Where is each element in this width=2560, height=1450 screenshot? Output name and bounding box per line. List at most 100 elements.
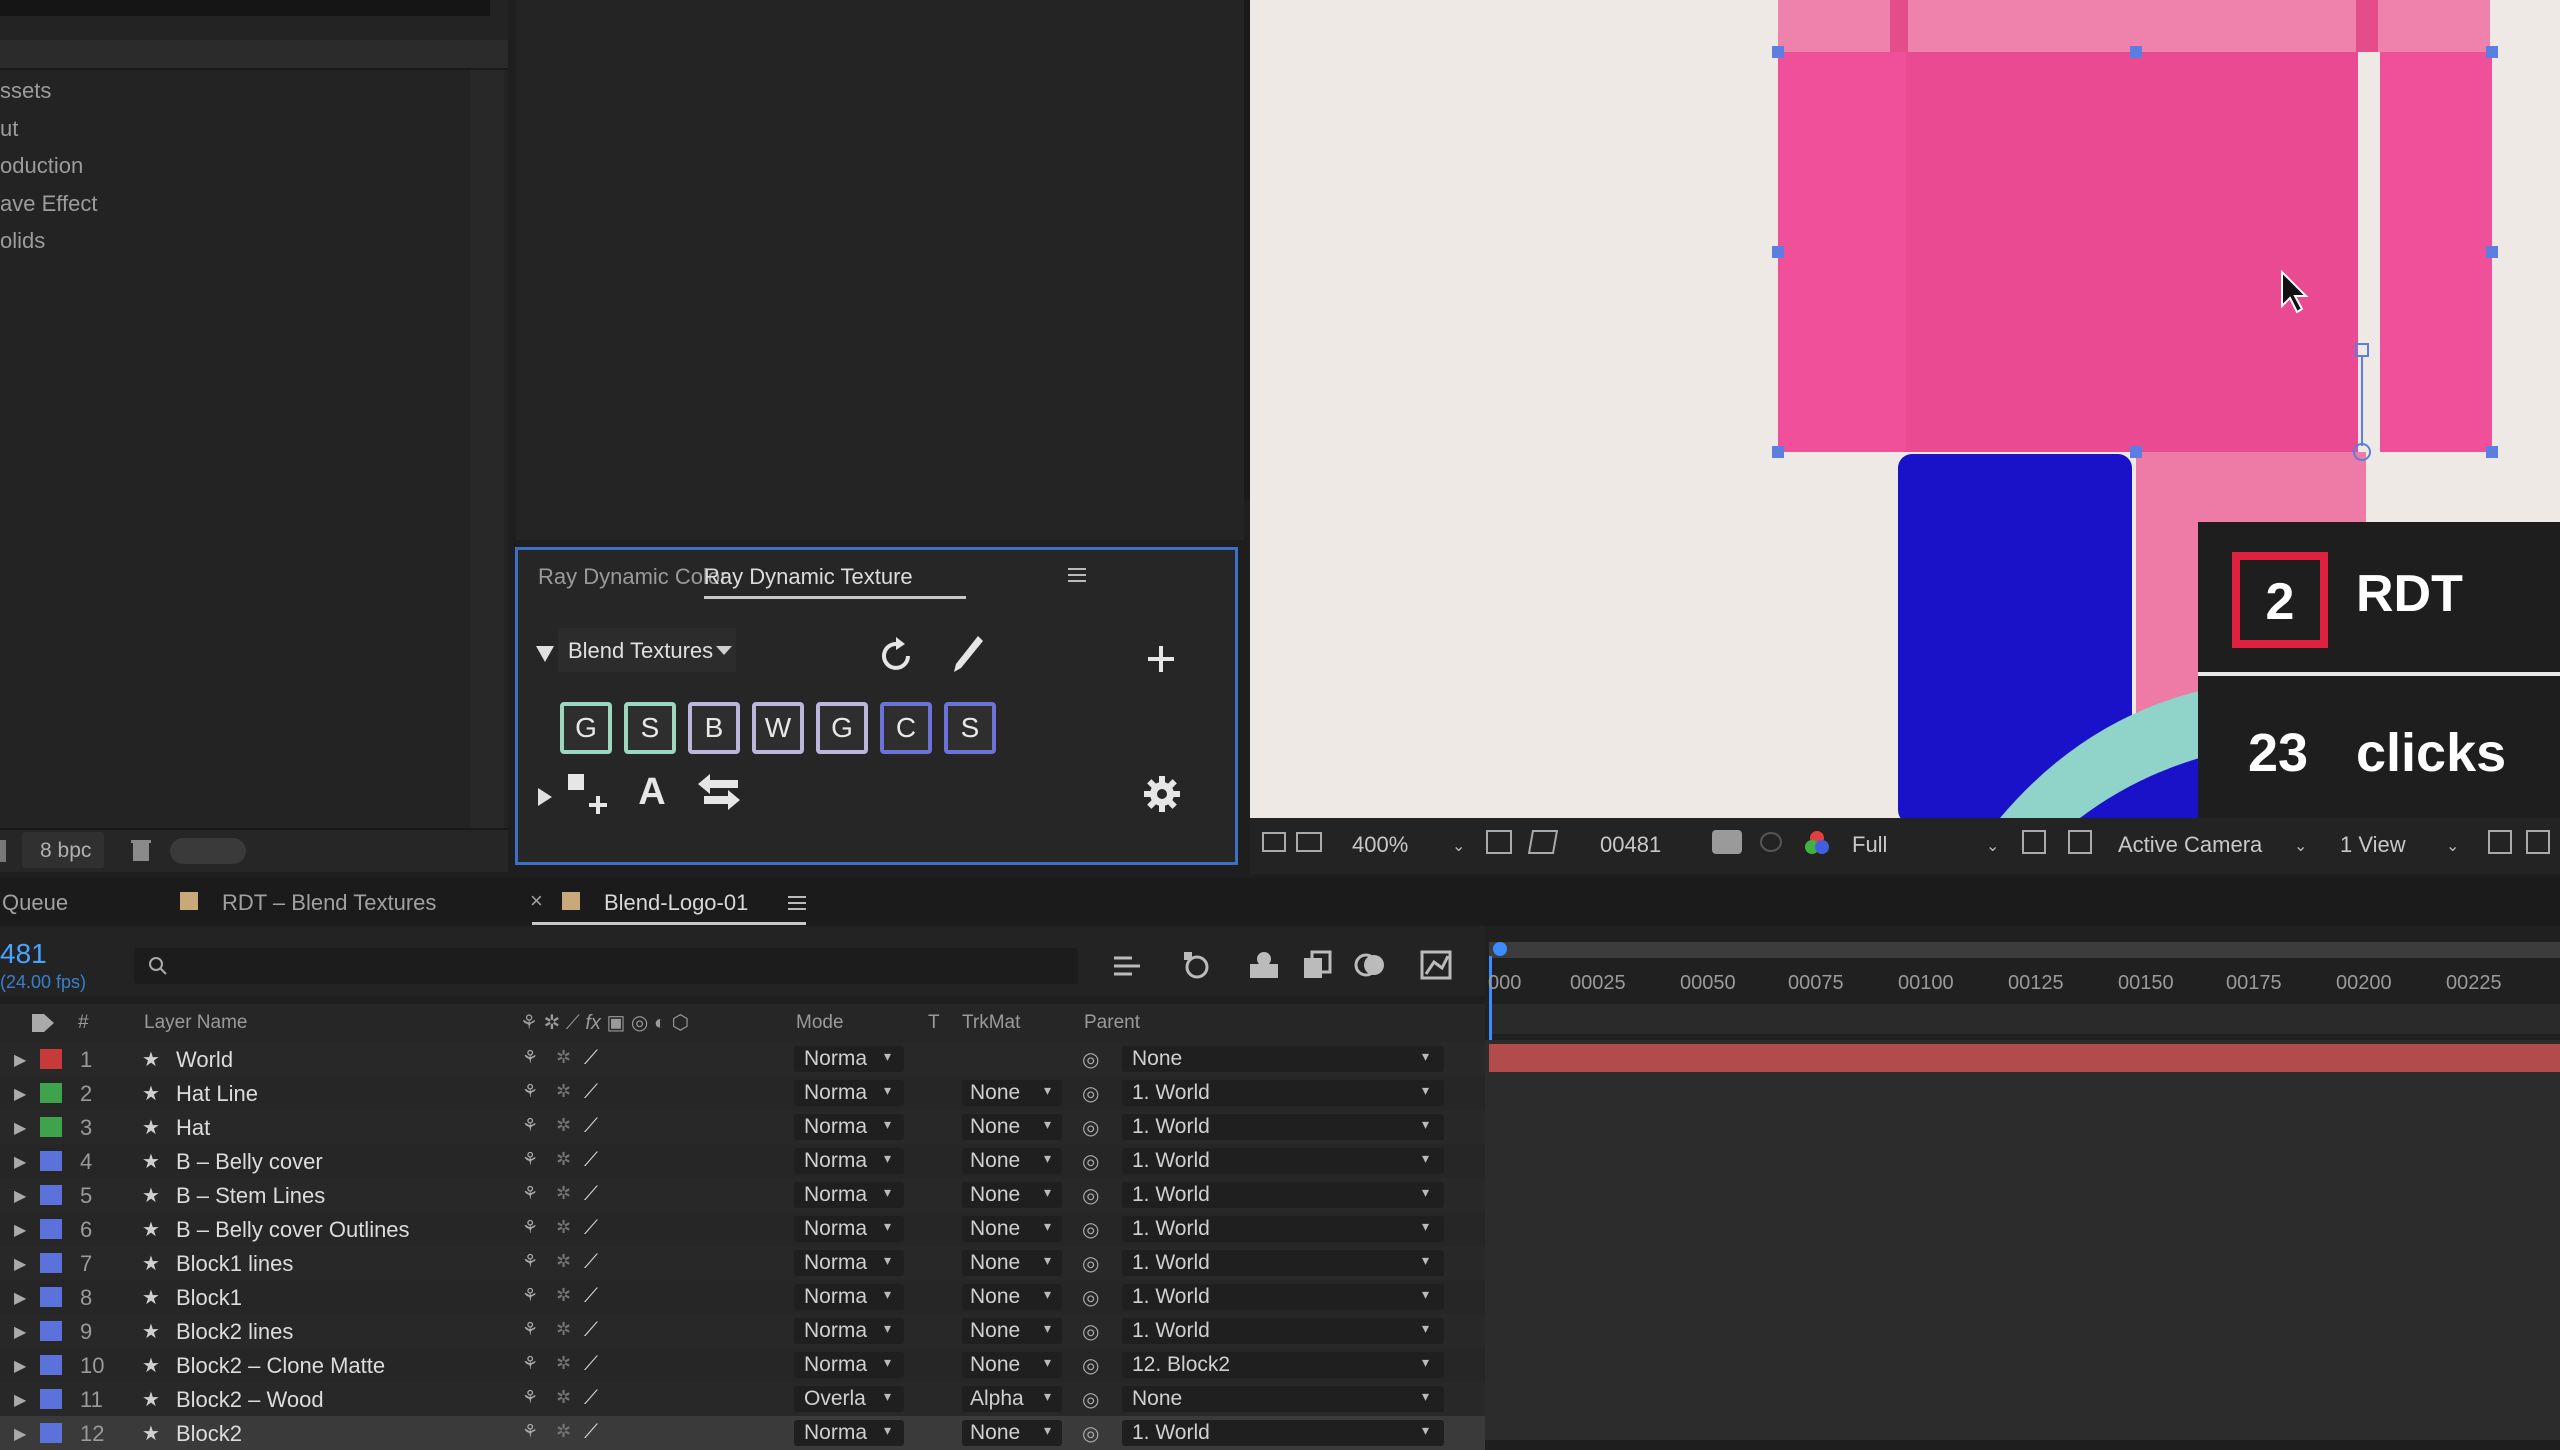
region-of-interest-icon[interactable]: [2022, 830, 2046, 854]
pickwhip-icon[interactable]: ◎: [1082, 1081, 1099, 1106]
mask-visibility-icon[interactable]: [1527, 830, 1559, 854]
work-area-bar[interactable]: [1489, 942, 2560, 958]
layer-row[interactable]: ▶ 6 ★ B – Belly cover Outlines ⚘ ✲ ⟋ Norma ▾ None…: [0, 1212, 1485, 1246]
parent-dropdown[interactable]: None ▾: [1122, 1386, 1444, 1412]
pickwhip-icon[interactable]: ◎: [1082, 1149, 1099, 1174]
texture-b-button[interactable]: B: [688, 702, 740, 754]
expand-layer-icon[interactable]: ▶: [14, 1254, 26, 1274]
shy-switch-icon[interactable]: ⚘: [522, 1285, 538, 1306]
quality-switch-icon[interactable]: ⟋: [584, 1183, 598, 1206]
expand-layer-icon[interactable]: ▶: [14, 1118, 26, 1138]
layer-row[interactable]: ▶ 8 ★ Block1 ⚘ ✲ ⟋ Norma ▾ None ▾ ◎ 1. World ▾: [0, 1280, 1485, 1314]
label-color-swatch[interactable]: [40, 1117, 62, 1137]
thumbnail-slider[interactable]: [170, 838, 246, 864]
quality-switch-icon[interactable]: ⟋: [584, 1319, 598, 1342]
texture-c-button[interactable]: C: [880, 702, 932, 754]
label-tag-icon[interactable]: [30, 1012, 56, 1034]
expand-layer-icon[interactable]: ▶: [14, 1084, 26, 1104]
expand-layer-icon[interactable]: ▶: [14, 1424, 26, 1444]
shy-switch-icon[interactable]: ⚘: [522, 1353, 538, 1374]
layer-name[interactable]: Block2 – Clone Matte: [176, 1353, 385, 1379]
layer-name[interactable]: World: [176, 1047, 233, 1073]
collapse-switch-icon[interactable]: ✲: [556, 1387, 571, 1408]
quality-switch-icon[interactable]: ⟋: [584, 1285, 598, 1308]
label-color-swatch[interactable]: [40, 1423, 62, 1443]
quality-switch-icon[interactable]: ⟋: [584, 1115, 598, 1138]
mode-dropdown[interactable]: Norma ▾: [794, 1318, 904, 1344]
mode-dropdown[interactable]: Norma ▾: [794, 1182, 904, 1208]
composition-viewer[interactable]: 2 RDT 23 clicks: [1250, 0, 2560, 818]
fast-previews-icon[interactable]: [2526, 830, 2550, 854]
pickwhip-icon[interactable]: ◎: [1082, 1319, 1099, 1344]
shy-switch-icon[interactable]: ⚘: [522, 1183, 538, 1204]
trkmat-dropdown[interactable]: None ▾: [962, 1250, 1062, 1276]
layer-row[interactable]: ▶ 11 ★ Block2 – Wood ⚘ ✲ ⟋ Overla ▾ Alpha ▾ ◎ None ▾: [0, 1382, 1485, 1416]
composition-mini-flowchart-icon[interactable]: [1112, 952, 1144, 980]
resolution-dropdown[interactable]: Full: [1852, 832, 1887, 858]
layer-name[interactable]: Block1: [176, 1285, 242, 1311]
tab-blend-logo-01[interactable]: Blend-Logo-01: [604, 890, 748, 916]
pencil-icon[interactable]: [950, 632, 986, 676]
parent-dropdown[interactable]: 1. World ▾: [1122, 1080, 1444, 1106]
draft-3d-icon[interactable]: [1180, 950, 1214, 982]
layer-name[interactable]: Hat: [176, 1115, 210, 1141]
parent-dropdown[interactable]: 1. World ▾: [1122, 1216, 1444, 1242]
quality-switch-icon[interactable]: ⟋: [584, 1353, 598, 1376]
collapse-switch-icon[interactable]: ✲: [556, 1047, 571, 1068]
expand-triangle-icon[interactable]: [538, 788, 552, 806]
collapse-switch-icon[interactable]: ✲: [556, 1149, 571, 1170]
trkmat-dropdown[interactable]: None ▾: [962, 1420, 1062, 1446]
project-item[interactable]: olids: [0, 228, 45, 254]
current-frame[interactable]: 481: [0, 938, 47, 970]
project-item[interactable]: oduction: [0, 153, 83, 179]
parent-dropdown[interactable]: 1. World ▾: [1122, 1250, 1444, 1276]
toggle-pixel-aspect-icon[interactable]: [2488, 830, 2512, 854]
collapse-switch-icon[interactable]: ✲: [556, 1285, 571, 1306]
mode-dropdown[interactable]: Norma ▾: [794, 1420, 904, 1446]
bpc-button[interactable]: 8 bpc: [22, 832, 104, 868]
close-tab-icon[interactable]: ×: [530, 888, 543, 914]
mode-dropdown[interactable]: Norma ▾: [794, 1114, 904, 1140]
expand-layer-icon[interactable]: ▶: [14, 1356, 26, 1376]
swap-arrows-icon[interactable]: [696, 772, 742, 812]
interpret-footage-icon[interactable]: [0, 840, 6, 862]
mode-dropdown[interactable]: Norma ▾: [794, 1046, 904, 1072]
quality-switch-icon[interactable]: ⟋: [584, 1217, 598, 1240]
col-layer-name[interactable]: Layer Name: [144, 1012, 248, 1034]
label-color-swatch[interactable]: [40, 1389, 62, 1409]
quality-switch-icon[interactable]: ⟋: [584, 1081, 598, 1104]
parent-dropdown[interactable]: 1. World ▾: [1122, 1284, 1444, 1310]
collapse-switch-icon[interactable]: ✲: [556, 1217, 571, 1238]
trkmat-dropdown[interactable]: None ▾: [962, 1318, 1062, 1344]
layer-name[interactable]: Block2: [176, 1421, 242, 1447]
shy-switch-icon[interactable]: ⚘: [522, 1387, 538, 1408]
quality-switch-icon[interactable]: ⟋: [584, 1047, 598, 1070]
layer-row[interactable]: ▶ 10 ★ Block2 – Clone Matte ⚘ ✲ ⟋ Norma ▾ None ▾ ◎ 1…: [0, 1348, 1485, 1382]
tab-rdt-blend-textures[interactable]: RDT – Blend Textures: [222, 890, 436, 916]
layer-row[interactable]: ▶ 2 ★ Hat Line ⚘ ✲ ⟋ Norma ▾ None ▾ ◎ 1. World ▾: [0, 1076, 1485, 1110]
mode-dropdown[interactable]: Norma ▾: [794, 1148, 904, 1174]
layer-row[interactable]: ▶ 12 ★ Block2 ⚘ ✲ ⟋ Norma ▾ None ▾ ◎ 1. World ▾: [0, 1416, 1485, 1450]
add-shape-icon[interactable]: [566, 772, 612, 816]
layer-search-input[interactable]: [134, 948, 1078, 984]
mode-dropdown[interactable]: Norma ▾: [794, 1080, 904, 1106]
blend-dropdown[interactable]: Blend Textures: [558, 628, 736, 672]
pickwhip-icon[interactable]: ◎: [1082, 1421, 1099, 1446]
expand-layer-icon[interactable]: ▶: [14, 1390, 26, 1410]
layer-row[interactable]: ▶ 3 ★ Hat ⚘ ✲ ⟋ Norma ▾ None ▾ ◎ 1. World ▾: [0, 1110, 1485, 1144]
zoom-dropdown[interactable]: 400%: [1352, 832, 1408, 858]
tab-ray-dynamic-color[interactable]: Ray Dynamic Color: [538, 564, 728, 590]
trkmat-dropdown[interactable]: None ▾: [962, 1148, 1062, 1174]
refresh-icon[interactable]: [874, 634, 918, 678]
frame-blending-icon[interactable]: [1302, 950, 1332, 980]
layer-name[interactable]: B – Belly cover: [176, 1149, 323, 1175]
project-scroll-rail[interactable]: [470, 70, 504, 830]
collapse-triangle-icon[interactable]: [536, 646, 554, 662]
layer-row[interactable]: ▶ 5 ★ B – Stem Lines ⚘ ✲ ⟋ Norma ▾ None ▾ ◎ 1. World…: [0, 1178, 1485, 1212]
layer-name[interactable]: Hat Line: [176, 1081, 258, 1107]
collapse-switch-icon[interactable]: ✲: [556, 1081, 571, 1102]
mode-dropdown[interactable]: Norma ▾: [794, 1216, 904, 1242]
layer-row[interactable]: ▶ 4 ★ B – Belly cover ⚘ ✲ ⟋ Norma ▾ None ▾ ◎ 1. Worl…: [0, 1144, 1485, 1178]
texture-g2-button[interactable]: G: [816, 702, 868, 754]
snapshot-camera-icon[interactable]: [1712, 830, 1742, 854]
